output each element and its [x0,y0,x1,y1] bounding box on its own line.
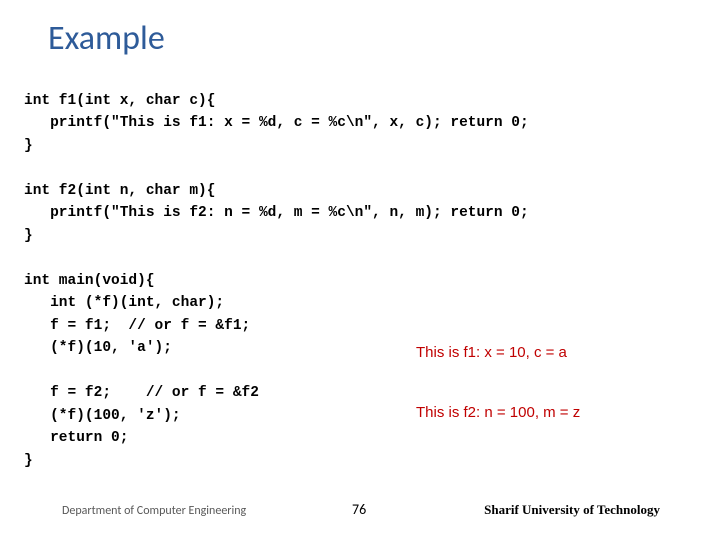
footer-university: Sharif University of Technology [484,502,660,518]
program-output-2: This is f2: n = 100, m = z [416,404,580,421]
footer-department: Department of Computer Engineering [62,504,246,518]
program-output-1: This is f1: x = 10, c = a [416,344,567,361]
page-number: 76 [352,501,366,518]
slide-title: Example [48,18,165,59]
